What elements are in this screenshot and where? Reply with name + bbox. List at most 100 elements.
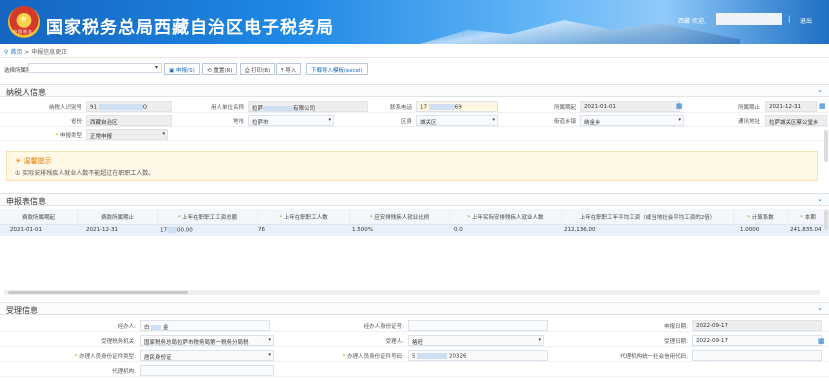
chevron-down-icon[interactable]: ⌄: [817, 304, 823, 312]
section-title: 申报表信息: [6, 197, 46, 206]
city-select[interactable]: 拉萨市 ▾: [248, 115, 334, 126]
import-button[interactable]: ⤒ 导入: [276, 63, 302, 75]
table-cell: 2021-01-01: [10, 227, 42, 233]
field-label: 经办人身份证号:: [363, 324, 404, 330]
field-label: 受理税务机关:: [101, 339, 136, 345]
field-label: 受理人:: [385, 339, 404, 345]
address-field: 拉萨城关区蔡公堂乡: [765, 115, 827, 126]
tip-box: ☀ 温馨提示 ① 实际安排残疾人就业人数不能超过在职职工人数。: [6, 151, 818, 181]
chevron-down-icon[interactable]: ⌄: [817, 86, 823, 94]
column-header: * 上年在职职工人数: [258, 209, 350, 225]
column-header: * 上年在职职工工资总额: [158, 209, 258, 225]
chevron-down-icon: ▾: [678, 117, 681, 123]
scroll-thumb[interactable]: [8, 291, 188, 294]
location-pin-icon: ⚲: [4, 49, 9, 56]
chevron-down-icon: ▾: [492, 117, 495, 123]
form-row: * 办理人员身份证件类型: 居民身份证 ▾ * 办理人员身份证件号码: 5 203…: [0, 349, 829, 362]
table-cell[interactable]: 0.0: [454, 227, 463, 233]
table-cell: 241,835.04: [790, 227, 822, 233]
table-vertical-scrollbar[interactable]: [824, 210, 828, 230]
column-header: 上年在职职工年平均工资（或当地社会平均工资的2倍）: [562, 209, 734, 225]
agency-field[interactable]: [140, 365, 274, 376]
print-icon: ⎙: [245, 68, 250, 74]
table-cell[interactable]: 17 00.00: [160, 227, 193, 234]
handler-id-field[interactable]: [408, 320, 548, 331]
agency-code-field[interactable]: [692, 350, 822, 361]
calendar-icon[interactable]: ▦: [818, 337, 825, 345]
street-select[interactable]: 纳金乡 ▾: [580, 115, 684, 126]
field-label: 用人单位名称: [210, 105, 244, 111]
reset-button[interactable]: ⟲ 重置(R): [202, 63, 238, 75]
calendar-icon[interactable]: ▦: [676, 102, 683, 110]
calendar-icon[interactable]: ▦: [819, 102, 826, 110]
column-header: 费款所属期止: [78, 209, 158, 225]
field-label: 通讯地址: [737, 119, 760, 125]
field-label: 所属期止: [737, 105, 760, 111]
welcome-text: 西藏 欢迎,: [678, 18, 706, 25]
column-header: * 上年实际安排残疾人就业人数: [450, 209, 562, 225]
site-title: 国家税务总局西藏自治区电子税务局: [46, 18, 334, 38]
tip-title: ☀ 温馨提示: [15, 157, 52, 165]
field-label: 受理日期:: [664, 339, 688, 345]
phone-field[interactable]: 17 69: [416, 101, 498, 112]
district-select[interactable]: 城关区 ▾: [416, 115, 498, 126]
field-label: 联系电话: [389, 105, 412, 111]
table-cell: 2021-12-31: [86, 227, 118, 233]
divider: [0, 57, 829, 58]
field-label: 所属期起: [553, 105, 576, 111]
period-select[interactable]: ▾: [28, 63, 162, 73]
agent-id-type-select[interactable]: 居民身份证 ▾: [140, 350, 274, 361]
table-cell[interactable]: 76: [258, 227, 265, 233]
top-banner: ★ 中国税务 国家税务总局西藏自治区电子税务局 西藏 欢迎, | 退出: [0, 0, 829, 44]
breadcrumb-current: 申报信息更正: [31, 49, 68, 56]
form-row: 省份 西藏自治区 地市 拉萨市 ▾ 区县 城关区 ▾ 街道乡镇 纳金乡 ▾ 通讯地址 …: [0, 114, 829, 127]
column-header: 费款所属期起: [0, 209, 78, 225]
column-header: * 计算系数: [734, 209, 788, 225]
acceptance-date-field[interactable]: 2022-09-17: [692, 335, 822, 346]
field-label: 代理机构:: [112, 369, 136, 375]
agent-id-number-field[interactable]: 5 20326: [408, 350, 548, 361]
form-row: * 申报类型 正常申报 ▾: [0, 128, 829, 141]
taxpayer-id-field: 91 Q: [86, 101, 172, 112]
lightbulb-icon: ☀: [15, 157, 22, 165]
taxpayer-section-header[interactable]: 纳税人信息 ⌄: [0, 84, 829, 97]
form-row: 纳税人识别号 91 Q 用人单位名称 拉萨 有限公司 联系电话 17 69 所属期…: [0, 100, 829, 113]
tax-office-select[interactable]: 国家税务总局拉萨市税务局第一税务分局税 ▾: [140, 335, 274, 346]
required-star: *: [55, 133, 59, 139]
chevron-down-icon: ▾: [538, 337, 541, 343]
print-button[interactable]: ⎙ 打印(B): [240, 63, 276, 75]
table-cell: 212,136.00: [564, 227, 596, 233]
table-row[interactable]: [0, 225, 829, 236]
declare-button[interactable]: ▣ 申报(S): [164, 63, 200, 75]
declaration-type-select[interactable]: 正常申报 ▾: [86, 129, 168, 140]
province-field: 西藏自治区: [86, 115, 172, 126]
tip-body: ① 实际安排残疾人就业人数不能超过在职职工人数。: [15, 170, 155, 177]
download-template-button[interactable]: 下载导入模板(excel): [306, 63, 368, 75]
chevron-down-icon[interactable]: ⌄: [817, 195, 823, 203]
column-header: * 本期: [788, 209, 829, 225]
receiver-select[interactable]: 格旺 ▾: [408, 335, 544, 346]
chevron-down-icon: ▾: [162, 131, 165, 137]
acceptance-section-header[interactable]: 受理信息 ⌄: [0, 302, 829, 315]
header-separator: |: [788, 15, 791, 23]
section-title: 纳税人信息: [6, 88, 46, 97]
username-masked: [716, 13, 782, 25]
field-label: * 办理人员身份证件号码:: [342, 354, 404, 360]
logout-link[interactable]: 退出: [800, 16, 812, 25]
breadcrumb: ⚲ 首页 > 申报信息更正: [4, 47, 67, 56]
upload-icon: ⤒: [281, 68, 284, 74]
horizontal-scrollbar[interactable]: [4, 290, 820, 295]
field-label: 区县: [400, 119, 412, 125]
period-end-field: 2021-12-31: [765, 101, 817, 112]
emblem-text: 中国税务: [13, 29, 33, 34]
field-label: 省份: [70, 119, 82, 125]
field-label: * 申报类型: [55, 133, 82, 139]
chevron-down-icon: ▾: [268, 352, 271, 358]
breadcrumb-home[interactable]: 首页: [10, 49, 22, 56]
section-title: 受理信息: [6, 306, 38, 315]
vertical-scrollbar[interactable]: [824, 130, 828, 162]
handler-field[interactable]: 白 金: [140, 320, 270, 331]
field-label: 代理机构统一社会信用代码:: [620, 354, 688, 360]
reset-icon: ⟲: [207, 68, 212, 74]
declaration-table-header[interactable]: 申报表信息 ⌄: [0, 193, 829, 206]
